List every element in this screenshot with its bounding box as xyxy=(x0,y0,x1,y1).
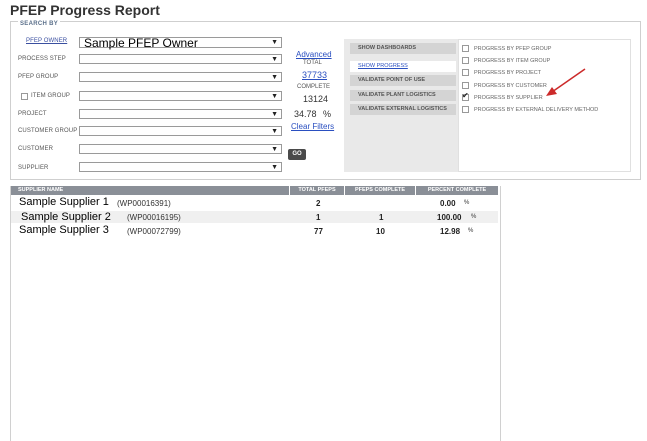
percent-complete: 100.00 xyxy=(437,213,462,222)
supplier-code: (WP00072799) xyxy=(127,227,181,236)
supplier-name: Sample Supplier 1 xyxy=(19,196,109,208)
chevron-down-icon: ▼ xyxy=(271,146,278,153)
pfep-owner-label[interactable]: PFEP OWNER xyxy=(26,38,67,44)
show-dashboards-button[interactable]: SHOW DASHBOARDS xyxy=(350,43,456,54)
supplier-code: (WP00016195) xyxy=(127,213,181,222)
percent-sign: % xyxy=(323,109,332,119)
total-pfeps: 77 xyxy=(314,227,323,236)
customer-group-label: CUSTOMER GROUP xyxy=(18,128,78,134)
go-button[interactable]: GO xyxy=(288,149,306,160)
complete-label: COMPLETE xyxy=(297,84,331,90)
customer-group-select[interactable]: ▼ xyxy=(79,126,282,136)
project-select[interactable]: ▼ xyxy=(79,109,282,119)
option-checkbox[interactable] xyxy=(462,69,469,76)
process-step-label: PROCESS STEP xyxy=(18,56,66,62)
option-checkbox[interactable] xyxy=(462,57,469,64)
advanced-link[interactable]: Advanced xyxy=(296,50,332,59)
pfep-owner-select[interactable]: Sample PFEP Owner ▼ xyxy=(79,36,282,50)
option-label: PROGRESS BY ITEM GROUP xyxy=(474,58,551,64)
percent-unit: % xyxy=(464,200,470,206)
supplier-code: (WP00016391) xyxy=(117,199,171,208)
supplier-label: SUPPLIER xyxy=(18,165,49,171)
option-checkbox[interactable] xyxy=(462,106,469,113)
total-label: TOTAL xyxy=(303,60,322,66)
validate-point-of-use-button[interactable]: VALIDATE POINT OF USE xyxy=(350,75,456,86)
supplier-name: Sample Supplier 2 xyxy=(21,211,111,223)
complete-value: 13124 xyxy=(303,94,329,104)
item-group-label: ITEM GROUP xyxy=(31,93,71,99)
project-label: PROJECT xyxy=(18,111,47,117)
option-label: PROGRESS BY PFEP GROUP xyxy=(474,46,552,52)
validate-plant-logistics-button[interactable]: VALIDATE PLANT LOGISTICS xyxy=(350,90,456,101)
pfeps-complete: 1 xyxy=(379,213,384,222)
column-header-supplier-name: SUPPLIER NAME xyxy=(11,186,289,195)
column-header-pfeps-complete: PFEPS COMPLETE xyxy=(345,186,415,195)
supplier-name: Sample Supplier 3 xyxy=(19,224,109,236)
item-group-checkbox[interactable] xyxy=(21,93,28,100)
pfep-group-label: PFEP GROUP xyxy=(18,74,59,80)
column-header-total-pfeps: TOTAL PFEPS xyxy=(290,186,344,195)
percent-unit: % xyxy=(468,228,474,234)
option-label: PROGRESS BY EXTERNAL DELIVERY METHOD xyxy=(474,107,599,113)
percent-unit: % xyxy=(471,214,477,220)
chevron-down-icon: ▼ xyxy=(271,164,278,171)
chevron-down-icon: ▼ xyxy=(271,93,278,100)
chevron-down-icon: ▼ xyxy=(271,56,278,63)
page-title: PFEP Progress Report xyxy=(10,2,160,18)
item-group-select[interactable]: ▼ xyxy=(79,91,282,101)
total-pfeps: 1 xyxy=(316,213,321,222)
percent-complete: 0.00 xyxy=(440,199,456,208)
show-progress-button[interactable]: SHOW PROGRESS xyxy=(350,61,456,72)
option-checkbox[interactable] xyxy=(462,45,469,52)
customer-label: CUSTOMER xyxy=(18,146,54,152)
pfep-owner-value: Sample PFEP Owner xyxy=(84,36,198,50)
total-value-link[interactable]: 37733 xyxy=(302,70,327,80)
column-header-percent-complete: PERCENT COMPLETE xyxy=(416,186,498,195)
chevron-down-icon: ▼ xyxy=(271,74,278,81)
validate-external-logistics-button[interactable]: VALIDATE EXTERNAL LOGISTICS xyxy=(350,104,456,115)
percent-value: 34.78 xyxy=(294,109,317,119)
pfeps-complete: 10 xyxy=(376,227,385,236)
search-legend: SEARCH BY xyxy=(18,21,61,27)
option-checkbox-checked[interactable] xyxy=(462,91,469,101)
percent-complete: 12.98 xyxy=(440,227,461,236)
option-checkbox[interactable] xyxy=(462,82,469,89)
arrow-annotation-icon xyxy=(546,68,586,96)
total-pfeps: 2 xyxy=(316,199,321,208)
chevron-down-icon: ▼ xyxy=(271,111,278,118)
chevron-down-icon: ▼ xyxy=(271,128,278,135)
supplier-select[interactable]: ▼ xyxy=(79,162,282,172)
process-step-select[interactable]: ▼ xyxy=(79,54,282,64)
customer-select[interactable]: ▼ xyxy=(79,144,282,154)
clear-filters-link[interactable]: Clear Filters xyxy=(291,122,334,131)
chevron-down-icon: ▼ xyxy=(271,39,278,46)
pfep-group-select[interactable]: ▼ xyxy=(79,72,282,82)
